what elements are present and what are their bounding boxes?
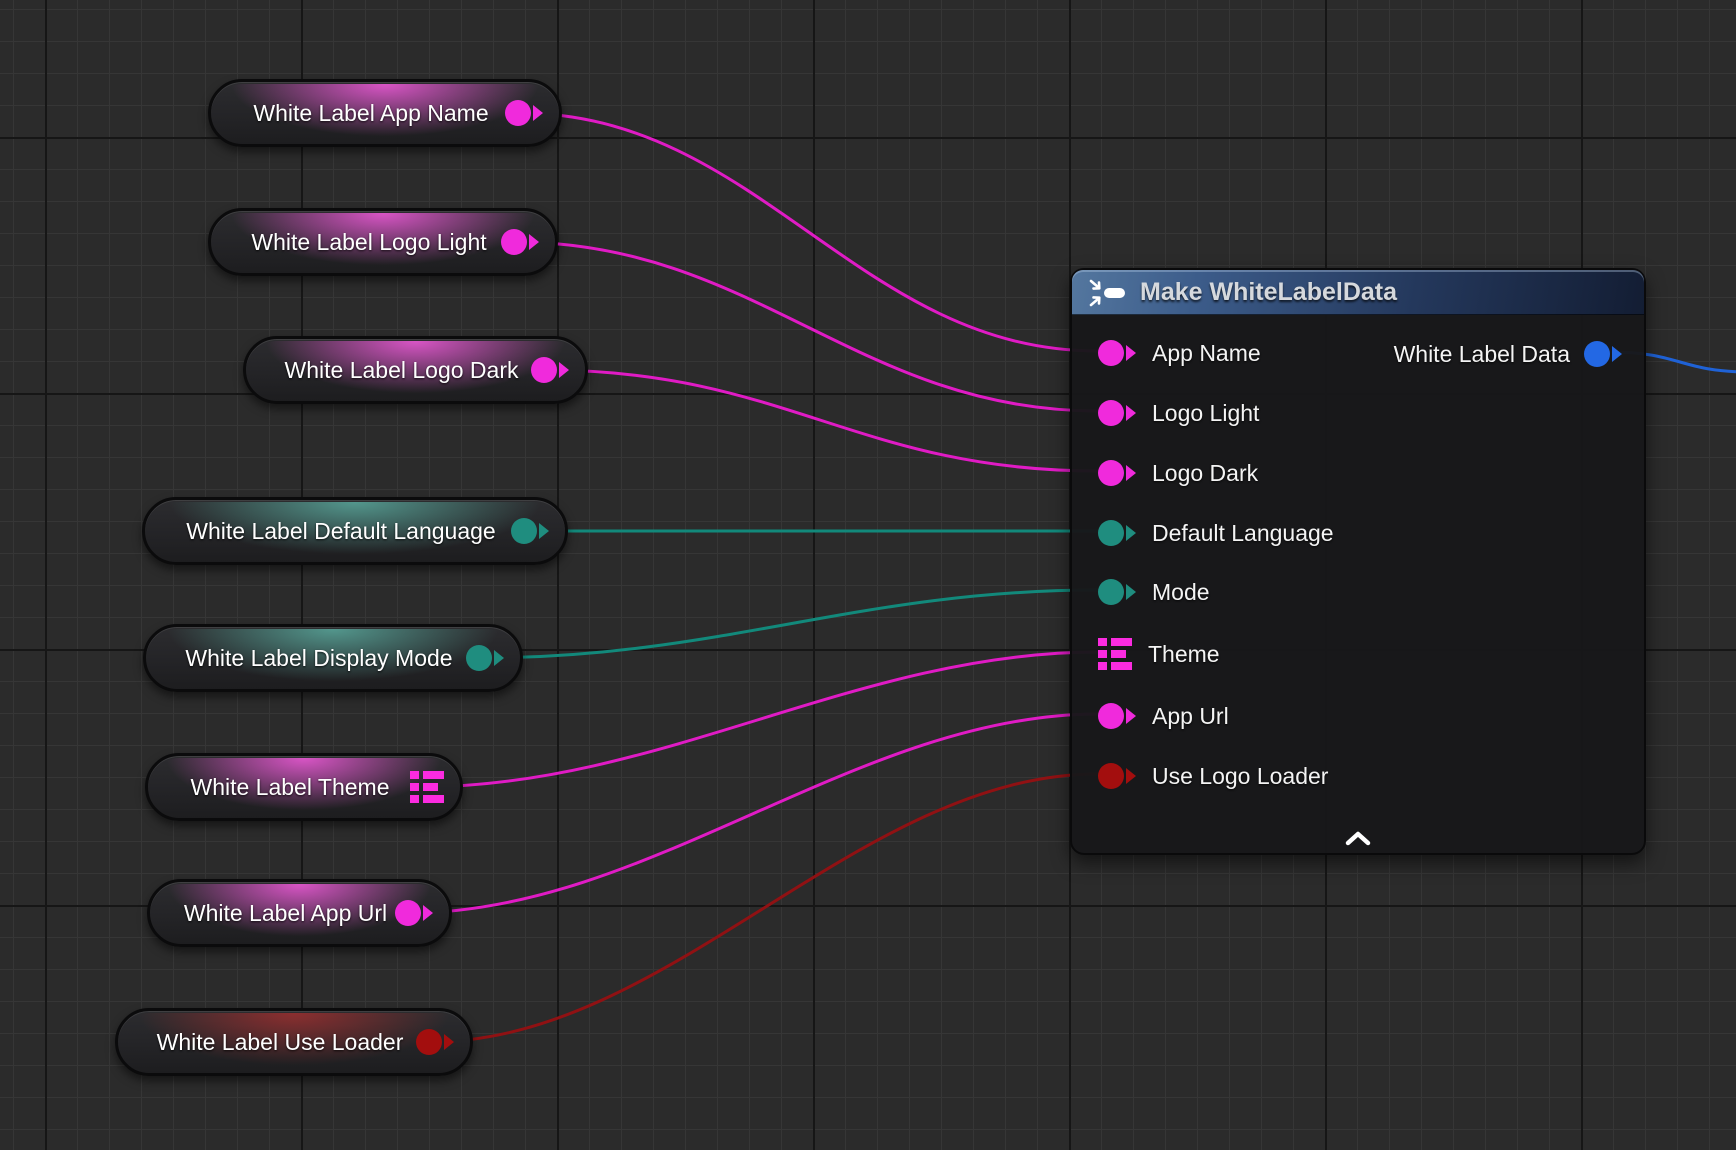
getter-node-white-label-display-mode[interactable]: White Label Display Mode xyxy=(143,624,523,692)
wire[interactable] xyxy=(430,774,1098,1042)
getter-label: White Label Default Language xyxy=(145,518,565,545)
input-row-use-logo-loader: Use Logo Loader xyxy=(1098,752,1328,800)
input-pin-label: Default Language xyxy=(1152,520,1334,547)
getter-node-white-label-app-url[interactable]: White Label App Url xyxy=(147,879,452,947)
input-pin-logo-light[interactable] xyxy=(1098,400,1136,426)
input-row-logo-light: Logo Light xyxy=(1098,389,1259,437)
input-pin-label: Logo Dark xyxy=(1152,460,1258,487)
input-pin-app-name[interactable] xyxy=(1098,340,1136,366)
input-row-theme: Theme xyxy=(1098,630,1220,678)
getter-node-white-label-app-name[interactable]: White Label App Name xyxy=(208,79,562,147)
getter-node-white-label-logo-dark[interactable]: White Label Logo Dark xyxy=(243,336,588,404)
getter-node-white-label-use-loader[interactable]: White Label Use Loader xyxy=(115,1008,473,1076)
wire[interactable] xyxy=(515,242,1098,411)
input-pin-theme-struct-icon[interactable] xyxy=(1098,638,1132,670)
input-pin-label: Mode xyxy=(1152,579,1210,606)
output-pin-white-label-theme-struct-icon[interactable] xyxy=(410,771,444,803)
getter-node-white-label-theme[interactable]: White Label Theme xyxy=(145,753,463,821)
make-struct-icon xyxy=(1088,279,1128,307)
wire[interactable] xyxy=(480,590,1098,658)
output-pin-label: White Label Data xyxy=(1394,341,1570,368)
output-pin-white-label-logo-dark[interactable] xyxy=(531,357,569,383)
collapse-chevron-button[interactable] xyxy=(1072,831,1644,846)
input-pin-label: Use Logo Loader xyxy=(1152,763,1328,790)
input-row-default-language: Default Language xyxy=(1098,509,1334,557)
chevron-up-icon xyxy=(1344,831,1372,846)
node-title: Make WhiteLabelData xyxy=(1140,278,1397,307)
getter-label: White Label Display Mode xyxy=(146,645,520,672)
input-row-app-url: App Url xyxy=(1098,692,1229,740)
wire[interactable] xyxy=(519,113,1098,351)
output-pin-white-label-data[interactable] xyxy=(1584,341,1622,367)
getter-node-white-label-logo-light[interactable]: White Label Logo Light xyxy=(208,208,558,276)
input-row-mode: Mode xyxy=(1098,568,1210,616)
output-pin-white-label-app-url[interactable] xyxy=(395,900,433,926)
input-row-app-name: App Name xyxy=(1098,329,1261,377)
make-whitelabeldata-node[interactable]: Make WhiteLabelData App Name Logo Light … xyxy=(1070,268,1646,855)
output-pin-white-label-default-language[interactable] xyxy=(511,518,549,544)
input-pin-app-url[interactable] xyxy=(1098,703,1136,729)
getter-node-white-label-default-language[interactable]: White Label Default Language xyxy=(142,497,568,565)
output-pin-white-label-use-loader[interactable] xyxy=(416,1029,454,1055)
input-pin-mode[interactable] xyxy=(1098,579,1136,605)
wire[interactable] xyxy=(545,370,1098,471)
input-pin-label: Logo Light xyxy=(1152,400,1259,427)
input-pin-label: Theme xyxy=(1148,641,1220,668)
input-row-logo-dark: Logo Dark xyxy=(1098,449,1258,497)
input-pin-label: App Name xyxy=(1152,340,1261,367)
node-header[interactable]: Make WhiteLabelData xyxy=(1072,270,1644,315)
input-pin-logo-dark[interactable] xyxy=(1098,460,1136,486)
input-pin-use-logo-loader[interactable] xyxy=(1098,763,1136,789)
blueprint-canvas[interactable]: White Label App Name White Label Logo Li… xyxy=(0,0,1736,1150)
output-pin-white-label-display-mode[interactable] xyxy=(466,645,504,671)
output-pin-white-label-logo-light[interactable] xyxy=(501,229,539,255)
output-pin-white-label-app-name[interactable] xyxy=(505,100,543,126)
input-pin-default-language[interactable] xyxy=(1098,520,1136,546)
output-row-white-label-data: White Label Data xyxy=(1394,330,1622,378)
wire[interactable] xyxy=(420,652,1098,787)
input-pin-label: App Url xyxy=(1152,703,1229,730)
wire[interactable] xyxy=(409,714,1098,913)
